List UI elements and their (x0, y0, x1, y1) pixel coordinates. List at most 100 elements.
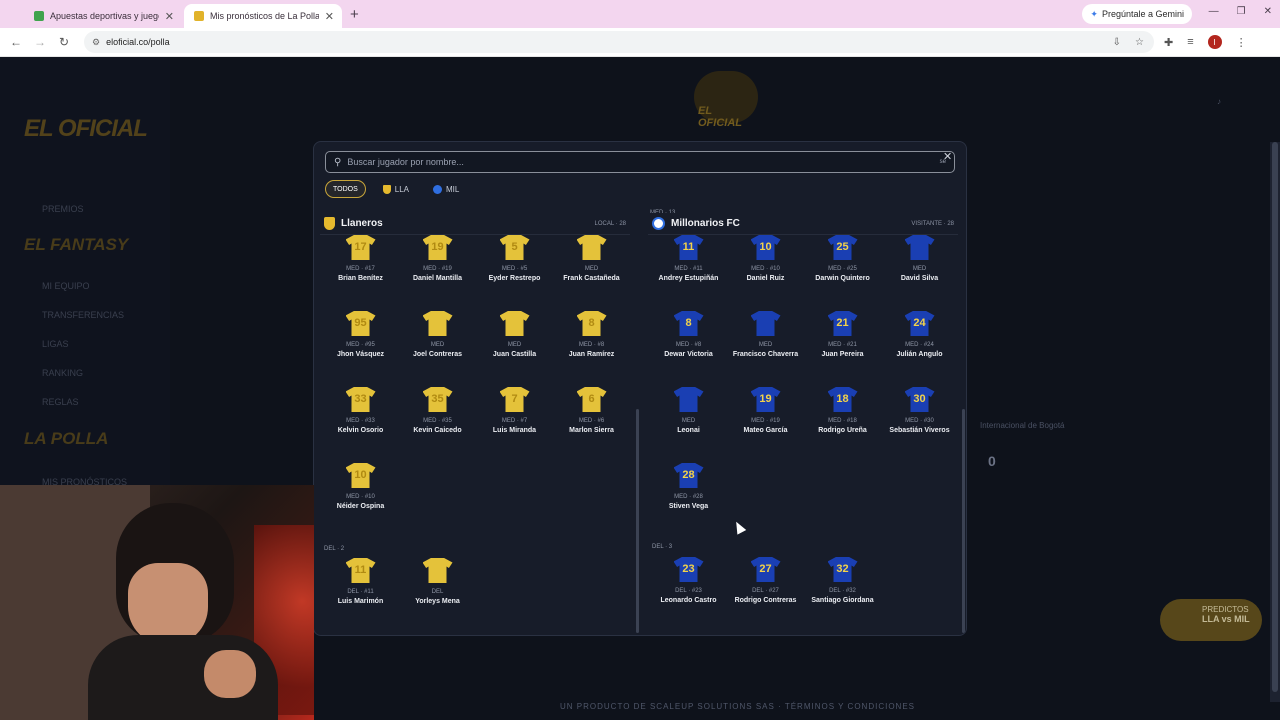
jersey-icon (576, 235, 607, 260)
player-name: Sebastián Viveros (889, 427, 950, 434)
close-icon[interactable]: ✕ (943, 150, 952, 163)
page-scrollbar-thumb[interactable] (1272, 142, 1278, 692)
player-card[interactable]: 8 MED · #8 Juan Ramírez (555, 311, 628, 387)
player-card[interactable]: 19 MED · #19 Daniel Mantilla (401, 235, 474, 311)
jersey-icon: 25 (827, 235, 858, 260)
right-scrollbar[interactable] (962, 409, 965, 633)
browser-tab-apuestas[interactable]: Apuestas deportivas y juegos d ✕ (24, 4, 182, 28)
player-card[interactable]: 7 MED · #7 Luis Miranda (478, 387, 551, 463)
sidebar-item-ligas[interactable]: LIGAS (42, 339, 69, 349)
sidebar-item-premios[interactable]: PREMIOS (42, 204, 84, 214)
player-card[interactable]: MED Leonai (652, 387, 725, 463)
address-bar: ← → ↻ ⚙ eloficial.co/polla ⇩ ☆ ✚ ≡ I ⋮ (0, 28, 1280, 57)
player-card[interactable]: 6 MED · #6 Marlon Sierra (555, 387, 628, 463)
player-position: MED · #30 (905, 418, 934, 424)
player-position: MED · #28 (674, 494, 703, 500)
jersey-number: 18 (836, 393, 849, 405)
player-card[interactable]: MED Frank Castañeda (555, 235, 628, 311)
sidebar-item-transferencias[interactable]: TRANSFERENCIAS (42, 310, 124, 320)
sidebar-item-mi-equipo[interactable]: MI EQUIPO (42, 281, 90, 291)
match-team-name: Internacional de Bogotá (980, 421, 1065, 430)
jersey-shape (422, 558, 453, 583)
player-card[interactable]: 35 MED · #35 Kevin Caicedo (401, 387, 474, 463)
left-scrollbar[interactable] (636, 409, 639, 633)
filter-todos[interactable]: TODOS (325, 180, 366, 198)
player-name: Rodrigo Contreras (734, 597, 797, 604)
player-card[interactable]: 32 DEL · #32 Santiago Giordana (806, 557, 879, 633)
forward-icon[interactable]: → (28, 35, 52, 49)
player-card[interactable]: 21 MED · #21 Juan Pereira (806, 311, 879, 387)
filter-label: LLA (394, 184, 409, 194)
player-card[interactable]: 5 MED · #5 Eyder Restrepo (478, 235, 551, 311)
jersey-icon: 5 (499, 235, 530, 260)
team-meta: VISITANTE · 28 (911, 220, 954, 227)
sidebar-item-ranking[interactable]: RANKING (42, 368, 83, 378)
browser-tab-polla[interactable]: Mis pronósticos de La Polla — E ✕ (184, 4, 342, 28)
predictions-fab[interactable]: PREDICTOS LLA vs MIL (1160, 599, 1262, 641)
media-icon[interactable]: ≡ (1187, 36, 1193, 48)
reload-icon[interactable]: ↻ (52, 35, 76, 49)
player-card[interactable]: 19 MED · #19 Mateo García (729, 387, 802, 463)
restore-icon[interactable]: ❐ (1237, 6, 1246, 17)
player-card[interactable]: DEL Yorleys Mena (401, 558, 474, 633)
close-tab-icon[interactable]: ✕ (325, 10, 334, 23)
player-card[interactable]: MED Joel Contreras (401, 311, 474, 387)
jersey-number: 27 (759, 563, 772, 575)
player-card[interactable]: 17 MED · #17 Brian Benítez (324, 235, 397, 311)
player-position: DEL · #27 (752, 588, 779, 594)
jersey-number: 7 (511, 393, 518, 405)
player-card[interactable]: 28 MED · #28 Stiven Vega (652, 463, 725, 539)
jersey-number: 33 (354, 393, 367, 405)
minimize-icon[interactable]: — (1209, 6, 1219, 17)
close-tab-icon[interactable]: ✕ (165, 10, 174, 23)
player-card[interactable]: 95 MED · #95 Jhon Vásquez (324, 311, 397, 387)
player-name: Stiven Vega (668, 503, 709, 510)
jersey-icon: 95 (345, 311, 376, 336)
bookmark-star-icon[interactable]: ☆ (1135, 37, 1144, 48)
player-position: MED · #95 (346, 342, 375, 348)
bell-icon[interactable]: ♪ (1217, 97, 1221, 106)
page-scrollbar[interactable] (1270, 142, 1280, 702)
player-card[interactable]: 33 MED · #33 Kelvin Osorio (324, 387, 397, 463)
site-info-icon[interactable]: ⚙ (92, 37, 100, 48)
jersey-icon (499, 311, 530, 336)
player-card[interactable]: MED Francisco Chaverra (729, 311, 802, 387)
player-card[interactable]: 27 DEL · #27 Rodrigo Contreras (729, 557, 802, 633)
install-icon[interactable]: ⇩ (1113, 37, 1121, 48)
new-tab-icon[interactable]: + (350, 4, 359, 28)
player-card[interactable]: 24 MED · #24 Julián Angulo (883, 311, 956, 387)
player-card[interactable]: 18 MED · #18 Rodrigo Ureña (806, 387, 879, 463)
player-card[interactable]: 11 DEL · #11 Luis Marimón (324, 558, 397, 633)
search-input[interactable] (347, 157, 908, 167)
player-position: MED · #18 (828, 418, 857, 424)
menu-icon[interactable]: ⋮ (1236, 36, 1247, 49)
player-position: DEL · #11 (347, 589, 374, 595)
webcam-person-hand (204, 650, 256, 698)
sidebar-item-reglas[interactable]: REGLAS (42, 397, 79, 407)
player-card[interactable]: 30 MED · #30 Sebastián Viveros (883, 387, 956, 463)
profile-avatar[interactable]: I (1207, 35, 1222, 49)
jersey-icon: 32 (827, 557, 858, 582)
close-window-icon[interactable]: ✕ (1264, 6, 1272, 17)
url-field[interactable]: ⚙ eloficial.co/polla ⇩ ☆ (84, 31, 1154, 53)
webcam-person-face (128, 563, 208, 645)
player-card[interactable]: 8 MED · #8 Dewar Victoria (652, 311, 725, 387)
back-icon[interactable]: ← (4, 35, 28, 49)
player-card[interactable]: 25 MED · #25 Darwin Quintero (806, 235, 879, 311)
player-name: Juan Pereira (821, 351, 864, 358)
extensions-icon[interactable]: ✚ (1164, 36, 1173, 49)
jersey-number: 30 (913, 393, 926, 405)
player-card[interactable]: 11 MED · #11 Andrey Estupiñán (652, 235, 725, 311)
filter-mil[interactable]: MIL (426, 180, 466, 198)
player-card[interactable]: MED Juan Castilla (478, 311, 551, 387)
gemini-button[interactable]: ✦ Pregúntale a Gemini (1082, 4, 1192, 24)
player-grid: 17 MED · #17 Brian Benítez 19 MED · #19 Danie… (320, 235, 630, 539)
player-card[interactable]: 23 DEL · #23 Leonardo Castro (652, 557, 725, 633)
player-card[interactable]: 10 MED · #10 Néider Ospina (324, 463, 397, 539)
filter-lla[interactable]: LLA (376, 180, 416, 198)
player-card[interactable]: 10 MED · #10 Daniel Ruiz (729, 235, 802, 311)
player-card[interactable]: MED David Silva (883, 235, 956, 311)
jersey-number: 11 (354, 564, 367, 576)
player-position: MED (507, 342, 522, 348)
jersey-number: 21 (836, 317, 849, 329)
